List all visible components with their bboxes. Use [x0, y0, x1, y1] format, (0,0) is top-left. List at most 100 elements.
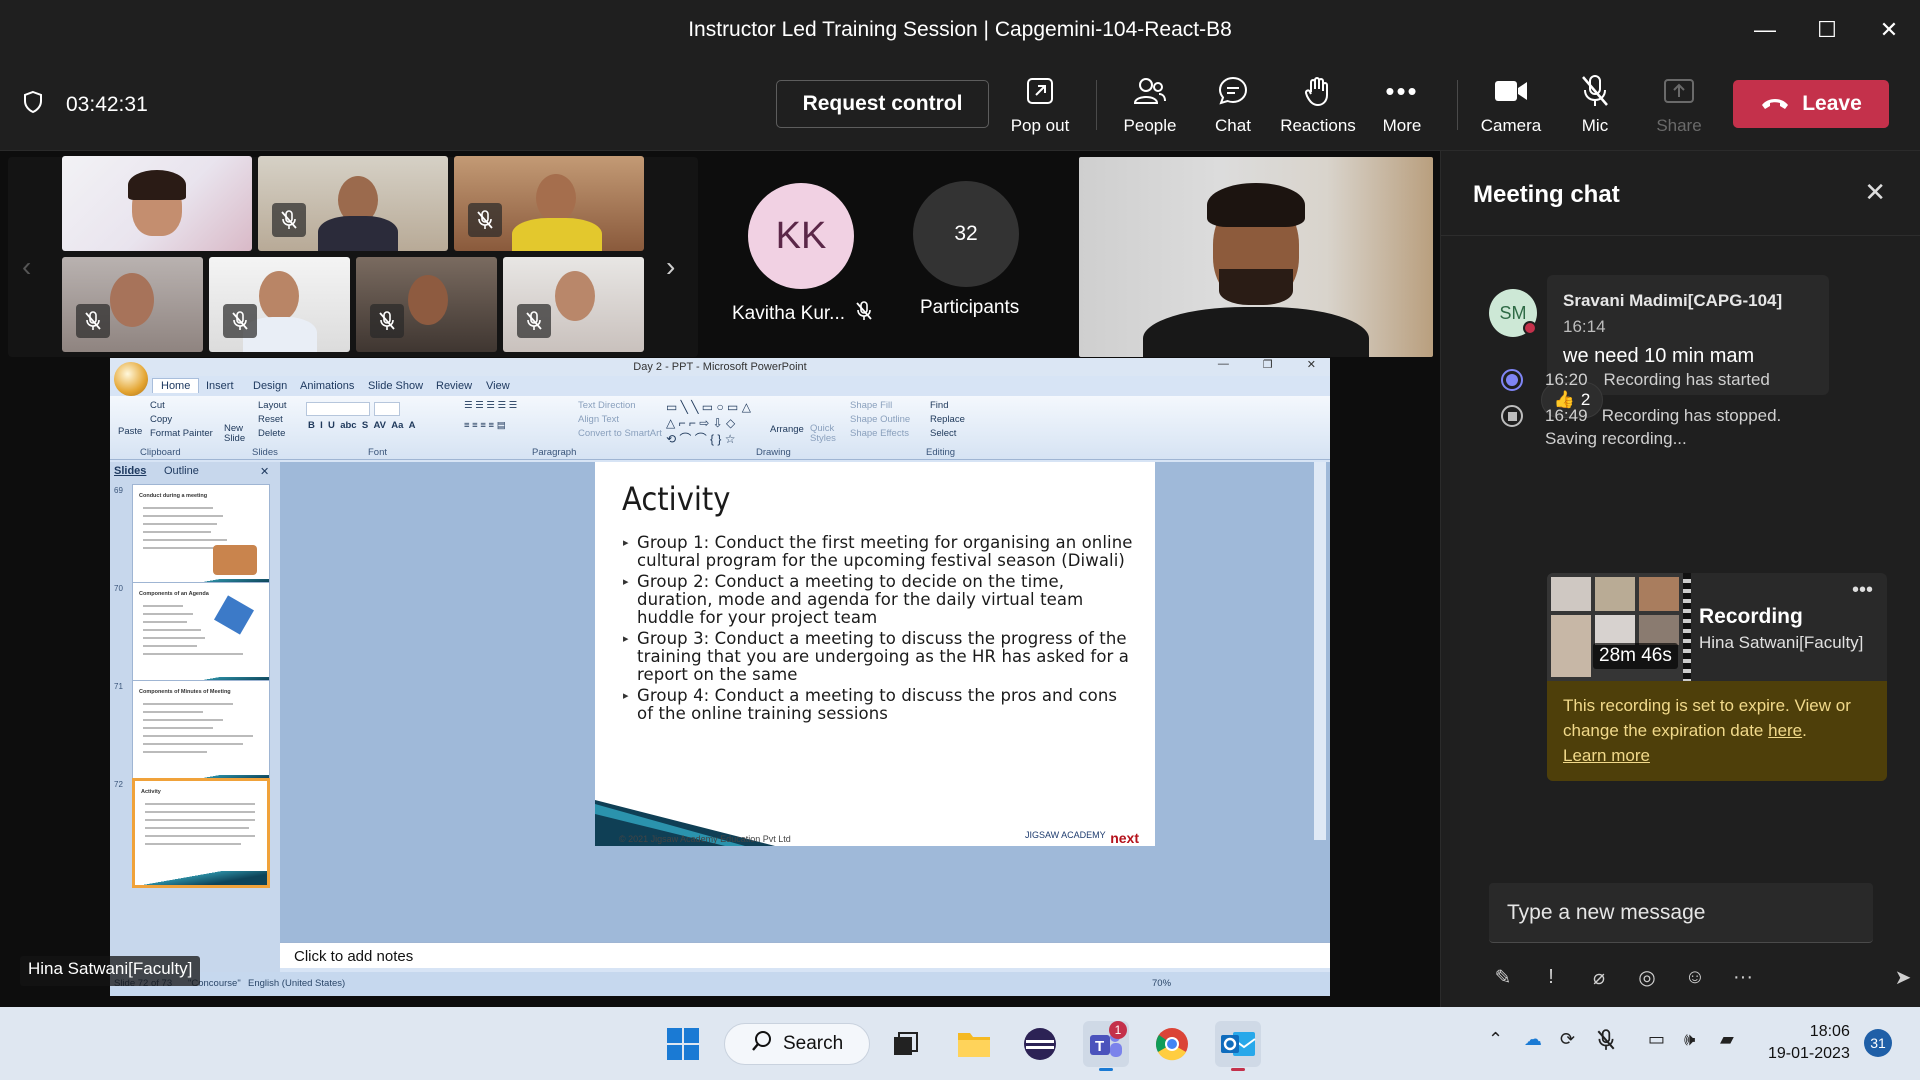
ppt-ribbon-tabs: Home Insert Design Animations Slide Show… — [110, 378, 1330, 396]
eclipse-icon[interactable] — [1017, 1021, 1063, 1067]
close-window-button[interactable]: ✕ — [1858, 0, 1920, 60]
recording-owner: Hina Satwani[Faculty] — [1699, 633, 1864, 652]
slide-number: 70 — [114, 584, 123, 593]
recording-title: Recording — [1699, 605, 1803, 628]
ppt-window-title: Day 2 - PPT - Microsoft PowerPoint — [110, 358, 1330, 376]
notes-field[interactable]: Click to add notes — [280, 942, 1330, 968]
raise-hand-icon — [1302, 72, 1334, 110]
emoji-icon[interactable]: ☺ — [1681, 963, 1709, 991]
participants-label: Participants — [920, 297, 1020, 318]
clock-time: 18:06 — [1809, 1023, 1850, 1040]
mic-label: Mic — [1581, 116, 1609, 135]
participant-video-tile[interactable] — [62, 257, 203, 352]
participant-video-tile[interactable] — [503, 257, 644, 352]
task-view-icon[interactable] — [882, 1021, 928, 1067]
slides-pane: Slides Outline ✕ 69 Conduct during a mee… — [110, 462, 280, 972]
ppt-paste: Paste — [118, 426, 143, 437]
chat-button[interactable]: Chat — [1190, 72, 1276, 142]
record-icon — [1501, 369, 1523, 391]
slide-thumb-title: Components of Minutes of Meeting — [139, 689, 231, 695]
gallery-next-icon[interactable]: › — [666, 251, 675, 283]
send-icon[interactable]: ➤ — [1889, 963, 1917, 991]
avatar-initials: SM — [1499, 302, 1527, 323]
ppt-convert-smartart: Convert to SmartArt — [578, 428, 662, 439]
chat-icon — [1217, 72, 1249, 110]
meeting-timer: 03:42:31 — [22, 90, 148, 120]
loop-icon[interactable]: ◎ — [1633, 963, 1661, 991]
windows-taskbar: Search T 1 ⌃ ☁ ⟳ ▭ 🕪 ▰ 18:06 19-01-2023 … — [0, 1007, 1920, 1080]
battery-icon[interactable]: ▰ — [1720, 1029, 1734, 1050]
ppt-quick-styles: Quick Styles — [810, 423, 836, 444]
popout-label: Pop out — [1010, 116, 1070, 135]
participant-video-tile[interactable] — [454, 156, 644, 251]
windows-start-icon[interactable] — [660, 1021, 706, 1067]
sync-icon[interactable]: ⟳ — [1560, 1029, 1575, 1050]
slide-number: 71 — [114, 682, 123, 691]
reactions-button[interactable]: Reactions — [1274, 72, 1362, 142]
learn-more-link[interactable]: Learn more — [1563, 746, 1650, 765]
request-control-button[interactable]: Request control — [776, 80, 989, 128]
camera-button[interactable]: Camera — [1468, 72, 1554, 142]
slide-bullet: Group 2: Conduct a meeting to decide on … — [623, 573, 1133, 627]
chrome-icon[interactable] — [1149, 1021, 1195, 1067]
participant-video-tile[interactable] — [209, 257, 350, 352]
participants-count[interactable]: 32 — [913, 181, 1019, 287]
window-title: Instructor Led Training Session | Capgem… — [688, 18, 1232, 41]
mic-off-icon[interactable] — [1596, 1029, 1616, 1056]
format-icon[interactable]: ✎ — [1489, 963, 1517, 991]
popout-button[interactable]: Pop out — [997, 72, 1083, 142]
notification-badge[interactable]: 31 — [1864, 1029, 1892, 1057]
compose-box[interactable] — [1489, 883, 1873, 943]
participant-video-tile[interactable] — [62, 156, 252, 251]
share-button[interactable]: Share — [1636, 72, 1722, 142]
participant-video-tile[interactable] — [356, 257, 497, 352]
recording-card[interactable]: 28m 46s Recording Hina Satwani[Faculty] … — [1547, 573, 1887, 781]
mic-off-icon — [370, 304, 404, 338]
recording-thumbnail[interactable]: 28m 46s — [1547, 573, 1691, 681]
volume-icon[interactable]: 🕪 — [1684, 1029, 1695, 1050]
attach-icon[interactable]: ⌀ — [1585, 963, 1613, 991]
more-label: More — [1382, 116, 1422, 135]
outlook-icon[interactable] — [1215, 1021, 1261, 1071]
message-input[interactable] — [1489, 883, 1873, 943]
more-button[interactable]: ••• More — [1359, 72, 1445, 142]
shield-icon — [22, 90, 44, 120]
active-speaker-video[interactable] — [1079, 157, 1433, 357]
slide-thumbnail: Conduct during a meeting — [132, 484, 270, 594]
more-actions-icon[interactable]: ··· — [1729, 963, 1757, 991]
ppt-group-drawing: Drawing — [756, 447, 791, 458]
next-logo-text: next — [1110, 830, 1139, 846]
ppt-copy: Copy — [150, 414, 173, 425]
file-explorer-icon[interactable] — [951, 1021, 997, 1067]
close-chat-icon[interactable]: ✕ — [1864, 177, 1886, 208]
teams-icon[interactable]: T 1 — [1083, 1021, 1129, 1071]
mic-button[interactable]: Mic — [1552, 72, 1638, 142]
slide-thumb-title: Conduct during a meeting — [139, 493, 208, 499]
ppt-scrollbar[interactable] — [1314, 462, 1326, 840]
participant-video-tile[interactable] — [258, 156, 448, 251]
gallery-prev-icon[interactable]: ‹ — [22, 251, 31, 283]
here-link[interactable]: here — [1768, 721, 1802, 740]
ppt-group-slides: Slides — [252, 447, 278, 458]
slide-number: 69 — [114, 486, 123, 495]
network-icon[interactable]: ▭ — [1648, 1029, 1665, 1050]
minimize-button[interactable]: — — [1734, 0, 1796, 60]
important-icon[interactable]: ! — [1537, 963, 1565, 991]
chevron-up-icon[interactable]: ⌃ — [1488, 1029, 1503, 1050]
ppt-cut: Cut — [150, 400, 165, 411]
slide-edit-area: Activity Group 1: Conduct the first meet… — [280, 462, 1330, 942]
event-time: 16:20 — [1545, 370, 1588, 389]
slide-thumb-title: Components of an Agenda — [139, 591, 209, 597]
taskbar-search[interactable]: Search — [724, 1023, 870, 1065]
maximize-button[interactable]: ☐ — [1796, 0, 1858, 60]
slides-tab: Slides — [114, 465, 147, 477]
people-button[interactable]: People — [1107, 72, 1193, 142]
taskbar-clock[interactable]: 18:06 19-01-2023 — [1768, 1021, 1850, 1065]
avatar[interactable]: SM — [1489, 289, 1537, 337]
onedrive-icon[interactable]: ☁ — [1524, 1029, 1542, 1050]
more-options-icon[interactable]: ••• — [1852, 579, 1873, 602]
screen-share[interactable]: Day 2 - PPT - Microsoft PowerPoint — ❐ ✕ H… — [110, 358, 1330, 996]
recording-stopped-event: 16:49 Recording has stopped. Saving reco… — [1501, 405, 1831, 450]
leave-button[interactable]: Leave — [1733, 80, 1889, 128]
avatar[interactable]: KK — [748, 183, 854, 289]
